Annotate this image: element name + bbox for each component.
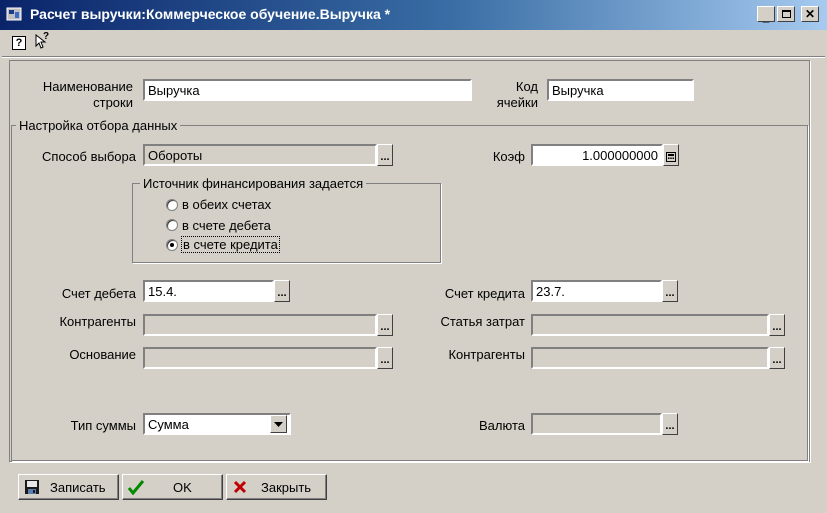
expense-item-label: Статья затрат — [440, 314, 525, 329]
close-button-label: Закрыть — [261, 479, 312, 495]
source-groupbox — [132, 183, 441, 263]
checkmark-icon — [127, 480, 145, 495]
expense-item-field[interactable] — [531, 314, 769, 336]
row-name-input[interactable]: Выручка — [143, 79, 472, 101]
debit-account-select-button[interactable]: ... — [274, 280, 290, 302]
save-button[interactable]: Записать — [18, 474, 119, 500]
ok-button[interactable]: OK — [122, 474, 223, 500]
credit-account-label: Счет кредита — [444, 286, 525, 301]
source-group-title: Источник финансирования задается — [140, 176, 367, 191]
minimize-button[interactable]: _ — [757, 6, 775, 24]
sum-type-dropdown-button[interactable] — [270, 415, 287, 433]
credit-account-input[interactable]: 23.7. — [531, 280, 662, 302]
close-button[interactable]: Закрыть — [226, 474, 327, 500]
whats-this-icon[interactable]: ? — [34, 31, 50, 50]
radio-both-accounts[interactable] — [166, 199, 178, 211]
credit-account-select-button[interactable]: ... — [662, 280, 678, 302]
debit-account-input[interactable]: 15.4. — [143, 280, 274, 302]
toolbar-separator — [2, 56, 825, 58]
coef-label: Коэф — [492, 149, 525, 164]
currency-label: Валюта — [479, 418, 525, 433]
radio-credit-account-label[interactable]: в счете кредита — [181, 236, 280, 253]
ok-button-label: OK — [173, 479, 192, 495]
expense-item-select-button[interactable]: ... — [769, 314, 785, 336]
method-label: Способ выбора — [42, 149, 136, 164]
radio-debit-account-label[interactable]: в счете дебета — [182, 218, 271, 233]
contractors-right-label: Контрагенты — [448, 347, 525, 362]
app-icon — [6, 7, 22, 21]
radio-credit-account[interactable] — [166, 239, 178, 251]
row-name-label-line1: Наименование — [42, 79, 133, 94]
sum-type-select[interactable]: Сумма — [143, 413, 291, 435]
close-x-icon — [233, 480, 247, 494]
cell-code-input[interactable]: Выручка — [547, 79, 694, 101]
row-name-label-line2: строки — [93, 95, 133, 110]
contractors-right-field[interactable] — [531, 347, 769, 369]
close-icon: ✕ — [804, 7, 816, 21]
calculator-icon — [666, 152, 676, 162]
filter-group-title: Настройка отбора данных — [16, 118, 181, 133]
method-select-button[interactable]: ... — [377, 144, 393, 166]
maximize-button[interactable] — [777, 6, 795, 22]
floppy-disk-icon — [25, 480, 39, 494]
window-title: Расчет выручки:Коммерческое обучение.Выр… — [30, 6, 391, 22]
contractors-left-label: Контрагенты — [59, 314, 136, 329]
contractors-left-field[interactable] — [143, 314, 377, 336]
calculator-button[interactable] — [663, 144, 679, 166]
debit-account-label: Счет дебета — [61, 286, 136, 301]
method-field[interactable]: Обороты — [143, 144, 377, 166]
sum-type-label: Тип суммы — [70, 418, 136, 433]
sum-type-value: Сумма — [148, 417, 189, 432]
basis-label: Основание — [69, 347, 136, 362]
basis-select-button[interactable]: ... — [377, 347, 393, 369]
currency-select-button[interactable]: ... — [662, 413, 678, 435]
minimize-icon: _ — [762, 10, 770, 24]
maximize-icon — [781, 10, 791, 18]
chevron-down-icon — [274, 421, 283, 427]
basis-field[interactable] — [143, 347, 377, 369]
help-icon[interactable]: ? — [12, 36, 26, 50]
cell-code-label-line1: Код — [515, 79, 538, 94]
radio-both-accounts-label[interactable]: в обеих счетах — [182, 197, 271, 212]
contractors-left-select-button[interactable]: ... — [377, 314, 393, 336]
currency-field[interactable] — [531, 413, 662, 435]
close-window-button[interactable]: ✕ — [801, 6, 819, 22]
save-button-label: Записать — [50, 479, 106, 495]
contractors-right-select-button[interactable]: ... — [769, 347, 785, 369]
toolbar — [0, 30, 827, 54]
coef-input[interactable]: 1.000000000 — [531, 144, 663, 166]
radio-debit-account[interactable] — [166, 219, 178, 231]
title-bar: Расчет выручки:Коммерческое обучение.Выр… — [0, 0, 827, 30]
cell-code-label-line2: ячейки — [496, 95, 538, 110]
